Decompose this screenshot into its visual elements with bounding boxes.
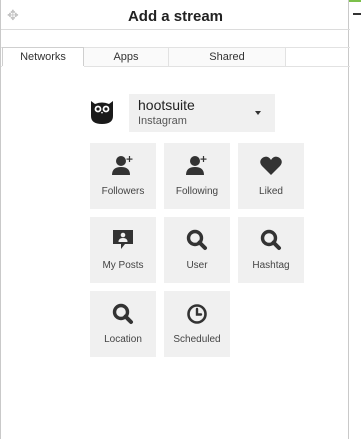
stream-tile-hashtag[interactable]: Hashtag	[238, 217, 304, 283]
post-icon	[113, 230, 133, 249]
stream-tile-label: Scheduled	[173, 334, 221, 345]
stream-tile-label: Location	[104, 334, 142, 345]
hootsuite-owl-icon	[91, 101, 113, 124]
stream-tile-label: My Posts	[102, 260, 144, 271]
search-icon	[260, 229, 281, 250]
stream-tile-following[interactable]: Following	[164, 143, 230, 209]
panel-title: Add a stream	[127, 8, 224, 25]
stream-tile-scheduled[interactable]: Scheduled	[164, 291, 230, 357]
stream-tile-label: User	[186, 260, 208, 271]
stream-tile-followers[interactable]: Followers	[90, 143, 156, 209]
search-icon	[186, 229, 207, 250]
stream-tile-label: Following	[175, 186, 219, 197]
clock-icon	[187, 304, 207, 324]
heart-icon	[260, 156, 282, 175]
add-stream-panel: ✥ Add a stream Networks Apps Shared hoot…	[0, 0, 350, 439]
minimize-icon[interactable]	[353, 13, 361, 15]
add-user-icon	[186, 155, 207, 175]
search-icon	[112, 303, 133, 324]
stream-tile-user[interactable]: User	[164, 217, 230, 283]
chevron-down-icon	[255, 111, 261, 115]
account-name: hootsuite	[138, 97, 195, 113]
account-network: Instagram	[138, 115, 187, 127]
stream-tile-my-posts[interactable]: My Posts	[90, 217, 156, 283]
panel-header: ✥ Add a stream	[1, 2, 350, 30]
stream-tile-label: Liked	[259, 186, 283, 197]
stream-tile-location[interactable]: Location	[90, 291, 156, 357]
add-user-icon	[112, 155, 133, 175]
tab-networks[interactable]: Networks	[2, 47, 84, 66]
account-selector[interactable]: hootsuite Instagram	[129, 94, 275, 132]
tab-bar: Networks Apps Shared	[1, 47, 350, 67]
stream-tile-label: Hashtag	[252, 260, 290, 271]
stream-tile-label: Followers	[101, 186, 145, 197]
stream-tile-liked[interactable]: Liked	[238, 143, 304, 209]
tab-shared[interactable]: Shared	[169, 47, 286, 66]
tab-apps[interactable]: Apps	[84, 47, 169, 66]
